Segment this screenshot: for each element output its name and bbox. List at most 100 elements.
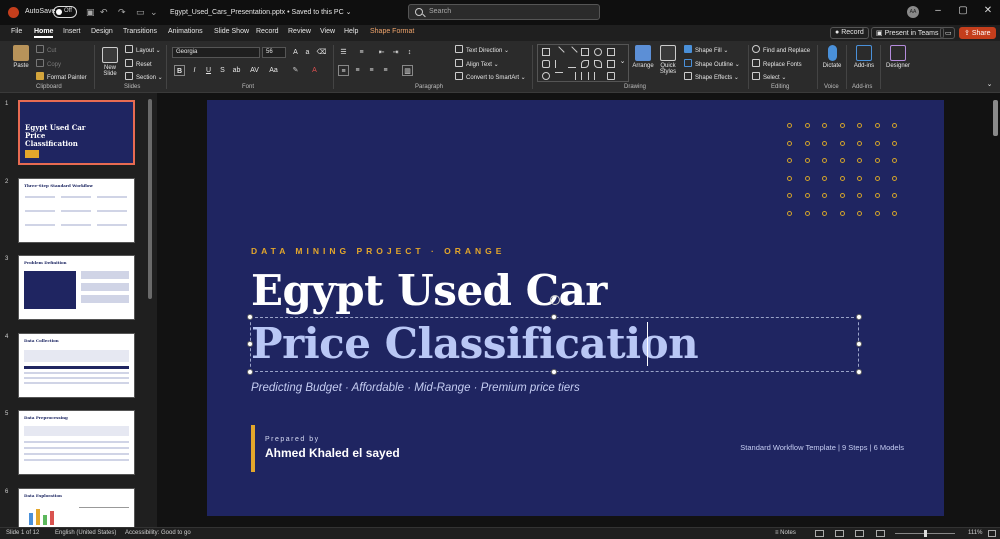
- font-name-field[interactable]: Georgia: [172, 47, 260, 58]
- redo-icon[interactable]: ↷: [118, 7, 126, 18]
- shape-outline-button[interactable]: Shape Outline ⌄: [684, 59, 740, 68]
- shapes-gallery[interactable]: [537, 44, 629, 82]
- shadow-icon[interactable]: ab: [231, 65, 242, 76]
- resize-handle[interactable]: [551, 314, 557, 320]
- zoom-level[interactable]: 111%: [968, 530, 982, 536]
- italic-icon[interactable]: I: [189, 65, 200, 76]
- convert-smartart-button[interactable]: Convert to SmartArt ⌄: [455, 72, 526, 81]
- record-button[interactable]: ● Record: [830, 27, 869, 39]
- circle-shape-icon[interactable]: [542, 72, 550, 80]
- maximize-icon[interactable]: ▢: [953, 5, 973, 16]
- increase-font-icon[interactable]: A: [290, 47, 301, 58]
- shape-effects-button[interactable]: Shape Effects ⌄: [684, 72, 739, 81]
- slide-thumbnail-5[interactable]: Data Preprocessing: [18, 410, 135, 475]
- align-center-icon[interactable]: ≡: [352, 65, 363, 76]
- text-direction-button[interactable]: Text Direction ⌄: [455, 45, 509, 54]
- tab-file[interactable]: File: [11, 28, 22, 35]
- slide-kicker[interactable]: DATA MINING PROJECT · ORANGE: [251, 246, 505, 256]
- format-painter-button[interactable]: Format Painter: [36, 72, 87, 81]
- section-button[interactable]: Section ⌄: [125, 72, 163, 81]
- paste-button[interactable]: Paste: [10, 45, 32, 69]
- present-in-teams-button[interactable]: ▣ Present in Teams: [871, 27, 944, 39]
- replace-fonts-button[interactable]: Replace Fonts: [752, 59, 802, 68]
- arrange-button[interactable]: Arrange: [630, 45, 656, 69]
- search-box[interactable]: Search: [408, 4, 600, 20]
- clear-formatting-icon[interactable]: ⌫: [316, 47, 327, 58]
- comments-icon[interactable]: ▭: [940, 27, 955, 39]
- strikethrough-icon[interactable]: S: [217, 65, 228, 76]
- curve-shape-icon[interactable]: [555, 72, 563, 80]
- bold-icon[interactable]: B: [174, 65, 185, 76]
- line-spacing-icon[interactable]: ↕: [404, 47, 415, 58]
- slide-title-line-1[interactable]: Egypt Used Car: [251, 266, 607, 315]
- more-shapes-icon[interactable]: ⌄: [617, 56, 628, 67]
- align-right-icon[interactable]: ≡: [366, 65, 377, 76]
- slide-thumbnail-3[interactable]: Problem Definition: [18, 255, 135, 320]
- layout-button[interactable]: Layout ⌄: [125, 45, 161, 54]
- font-color-icon[interactable]: A: [309, 65, 320, 76]
- resize-handle[interactable]: [856, 314, 862, 320]
- resize-handle[interactable]: [247, 314, 253, 320]
- cube-shape-icon[interactable]: [607, 60, 615, 68]
- tab-record[interactable]: Record: [256, 28, 279, 35]
- tab-review[interactable]: Review: [288, 28, 311, 35]
- close-icon[interactable]: ✕: [978, 5, 998, 16]
- rectangle-shape-icon[interactable]: [542, 48, 550, 56]
- quick-styles-button[interactable]: Quick Styles: [656, 45, 680, 75]
- editor-scrollbar[interactable]: [993, 100, 998, 136]
- pie-shape-icon[interactable]: [594, 60, 602, 68]
- text-selection-box[interactable]: [250, 317, 859, 372]
- cut-button[interactable]: Cut: [36, 45, 56, 54]
- collapse-ribbon-icon[interactable]: ⌄: [984, 79, 995, 90]
- addins-button[interactable]: Add-ins: [850, 45, 878, 69]
- decrease-indent-icon[interactable]: ⇤: [376, 47, 387, 58]
- find-replace-button[interactable]: Find and Replace: [752, 45, 810, 54]
- tab-transitions[interactable]: Transitions: [123, 28, 157, 35]
- increase-indent-icon[interactable]: ⇥: [390, 47, 401, 58]
- new-slide-button[interactable]: New Slide: [98, 47, 122, 77]
- reading-view-icon[interactable]: [855, 530, 864, 537]
- shape-fill-button[interactable]: Shape Fill ⌄: [684, 45, 728, 54]
- copy-button[interactable]: Copy: [36, 59, 61, 68]
- slideshow-view-icon[interactable]: [876, 530, 885, 537]
- reset-button[interactable]: Reset: [125, 59, 152, 68]
- font-size-field[interactable]: 56: [262, 47, 286, 58]
- prepared-by-label[interactable]: Prepared by: [265, 436, 320, 443]
- elbow-shape-icon[interactable]: [555, 60, 563, 68]
- fit-slide-icon[interactable]: [988, 530, 996, 537]
- thumbnail-scrollbar[interactable]: [148, 99, 152, 299]
- bracket-shape-icon[interactable]: [594, 72, 602, 80]
- accessibility-status[interactable]: Accessibility: Good to go: [125, 530, 191, 536]
- save-icon[interactable]: ▣: [86, 7, 95, 18]
- notes-button[interactable]: ≡ Notes: [775, 530, 796, 536]
- freeform-shape-icon[interactable]: [568, 72, 576, 80]
- underline-icon[interactable]: U: [203, 65, 214, 76]
- oval-shape-icon[interactable]: [594, 48, 602, 56]
- decrease-font-icon[interactable]: a: [302, 47, 313, 58]
- columns-icon[interactable]: ▥: [402, 65, 413, 76]
- slide-thumbnail-2[interactable]: Three-Step Standard Workflow: [18, 178, 135, 243]
- author-name[interactable]: Ahmed Khaled el sayed: [265, 446, 400, 460]
- change-case-icon[interactable]: Aa: [268, 65, 279, 76]
- tab-view[interactable]: View: [320, 28, 335, 35]
- rotate-handle-icon[interactable]: [550, 295, 560, 305]
- select-button[interactable]: Select ⌄: [752, 72, 786, 81]
- star-shape-icon[interactable]: [607, 72, 615, 80]
- triangle-shape-icon[interactable]: [542, 60, 550, 68]
- resize-handle[interactable]: [856, 369, 862, 375]
- tab-shape-format[interactable]: Shape Format: [370, 28, 414, 35]
- arrow-shape-icon[interactable]: [566, 46, 578, 58]
- slide-thumbnail-6[interactable]: Data Exploration: [18, 488, 135, 527]
- resize-handle[interactable]: [247, 341, 253, 347]
- normal-view-icon[interactable]: [815, 530, 824, 537]
- justify-icon[interactable]: ≡: [380, 65, 391, 76]
- line-shape-icon[interactable]: [553, 46, 565, 58]
- align-left-icon[interactable]: ≡: [338, 65, 349, 76]
- minimize-icon[interactable]: –: [928, 5, 948, 16]
- zoom-slider-knob[interactable]: [924, 530, 927, 537]
- tab-help[interactable]: Help: [344, 28, 358, 35]
- share-button[interactable]: ⇪ Share: [959, 27, 996, 39]
- resize-handle[interactable]: [856, 341, 862, 347]
- leaf-shape-icon[interactable]: [581, 60, 589, 68]
- slide-subtitle[interactable]: Predicting Budget · Affordable · Mid-Ran…: [251, 382, 580, 394]
